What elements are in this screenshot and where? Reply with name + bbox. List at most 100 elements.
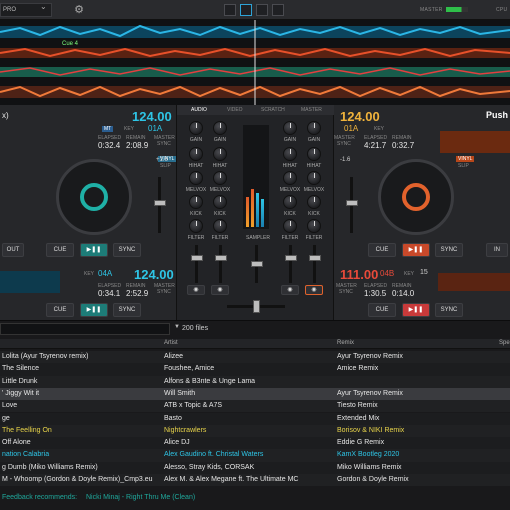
header-extra[interactable]: Spe xyxy=(499,340,510,346)
cell-artist: Basto xyxy=(164,414,182,422)
kick-knob-2[interactable] xyxy=(213,195,227,209)
melvox-knob-1[interactable] xyxy=(189,171,203,185)
deck-right-title: Push xyxy=(486,110,509,120)
table-row[interactable]: Little Drunk Alfons & B3nte & Unge Lama xyxy=(0,375,510,388)
header-artist[interactable]: Artist xyxy=(164,340,178,346)
deck-left-out-button[interactable]: OUT xyxy=(2,243,24,257)
layout-toggle-4[interactable] xyxy=(272,4,284,16)
deck-right-remain: 0:32.7 xyxy=(392,141,415,150)
deck-right-lower-sync-button[interactable]: SYNC xyxy=(435,303,463,317)
deck-right-slip-toggle[interactable]: SLIP xyxy=(458,163,469,169)
channel-fader-3[interactable] xyxy=(285,255,297,261)
deck-right-lower-play-button[interactable]: ▶❚❚ xyxy=(402,303,430,317)
tab-video[interactable]: VIDEO xyxy=(227,107,243,113)
channel-fader-1-track[interactable] xyxy=(195,245,198,283)
deck-left-pitch-handle[interactable] xyxy=(154,200,166,206)
table-row[interactable]: The Silence Foushee, Amice Amice Remix xyxy=(0,363,510,376)
filter-knob-1[interactable] xyxy=(189,219,203,233)
kick-label-2: KICK xyxy=(214,211,226,217)
master-level-meter xyxy=(446,7,468,12)
table-row[interactable]: Love ATB x Topic & A7S Tiesto Remix xyxy=(0,400,510,413)
gain-label-3: GAIN xyxy=(283,137,297,143)
hihat-knob-2[interactable] xyxy=(213,147,227,161)
kick-knob-4[interactable] xyxy=(307,195,321,209)
deck-right-sync-button[interactable]: SYNC xyxy=(435,243,463,257)
header-remix[interactable]: Remix xyxy=(337,340,354,346)
deck-left-lower-sync-label[interactable]: SYNC xyxy=(157,289,171,295)
deck-right: 124.00 Push 01A KEY MASTER SYNC ELAPSED … xyxy=(334,105,510,265)
tab-scratch[interactable]: SCRATCH xyxy=(261,107,285,113)
deck-left-sync-label[interactable]: SYNC xyxy=(157,141,171,147)
layout-toggle-1[interactable] xyxy=(224,4,236,16)
hihat-knob-1[interactable] xyxy=(189,147,203,161)
deck-right-jog-wheel[interactable] xyxy=(378,159,454,235)
kick-knob-1[interactable] xyxy=(189,195,203,209)
layout-toggle-3[interactable] xyxy=(256,4,268,16)
channel-fader-4-track[interactable] xyxy=(313,245,316,283)
gain-knob-1[interactable] xyxy=(189,121,203,135)
deck-right-lower: 111.00 04B KEY 15 MASTER SYNC ELAPSED 1:… xyxy=(334,265,510,320)
kick-knob-3[interactable] xyxy=(283,195,297,209)
headphone-button-3[interactable]: ◉ xyxy=(281,285,299,295)
feedback-track[interactable]: Nicki Minaj - Right Thru Me (Clean) xyxy=(86,494,195,501)
melvox-knob-3[interactable] xyxy=(283,171,297,185)
table-row[interactable]: Off Alone Alice DJ Eddie G Remix xyxy=(0,437,510,450)
headphone-button-2[interactable]: ◉ xyxy=(211,285,229,295)
channel-fader-2[interactable] xyxy=(215,255,227,261)
deck-right-lower-sync-label[interactable]: SYNC xyxy=(339,289,353,295)
table-row[interactable]: nation Calabria Alex Gaudino ft. Christal… xyxy=(0,449,510,462)
kick-label-3: KICK xyxy=(284,211,296,217)
gain-knob-4[interactable] xyxy=(307,121,321,135)
sampler-fader[interactable] xyxy=(251,261,263,267)
table-row[interactable]: ge Basto Extended Mix xyxy=(0,412,510,425)
deck-left-lower-cue-button[interactable]: CUE xyxy=(46,303,74,317)
deck-left-slip-toggle[interactable]: SLIP xyxy=(160,163,171,169)
gain-knob-3[interactable] xyxy=(283,121,297,135)
layout-toggle-2[interactable] xyxy=(240,4,252,16)
deck-left-cue-button[interactable]: CUE xyxy=(46,243,74,257)
deck-right-lower-cue-button[interactable]: CUE xyxy=(368,303,396,317)
deck-right-vinyl-toggle[interactable]: VINYL xyxy=(456,156,475,162)
filter-knob-3[interactable] xyxy=(283,219,297,233)
deck-right-lower-remain: 0:14.0 xyxy=(392,289,415,298)
search-input[interactable] xyxy=(0,323,170,335)
deck-left-lower-play-button[interactable]: ▶❚❚ xyxy=(80,303,108,317)
crossfader-handle[interactable] xyxy=(253,300,260,313)
filter-knob-4[interactable] xyxy=(307,219,321,233)
tab-master[interactable]: MASTER xyxy=(301,107,322,113)
deck-right-cue-button[interactable]: CUE xyxy=(368,243,396,257)
table-row[interactable]: ' Jiggy Wit it Will Smith Ayur Tsyrenov Re… xyxy=(0,387,510,401)
table-row[interactable]: Lolita (Ayur Tsyrenov remix) Alizee Ayur T… xyxy=(0,351,510,364)
channel-fader-3-track[interactable] xyxy=(289,245,292,283)
tab-audio[interactable]: AUDIO xyxy=(191,107,207,113)
gear-icon[interactable]: ⚙ xyxy=(72,3,86,17)
filter-knob-2[interactable] xyxy=(213,219,227,233)
filter-icon[interactable]: ▼ xyxy=(174,324,180,330)
deck-right-sync-label[interactable]: SYNC xyxy=(337,141,351,147)
melvox-knob-2[interactable] xyxy=(213,171,227,185)
table-row[interactable]: The Feelling On Nightcrawlers Borisov & NI… xyxy=(0,424,510,438)
melvox-knob-4[interactable] xyxy=(307,171,321,185)
table-row[interactable]: M - Whoomp (Gordon & Doyle Remix)_Cmp3.e… xyxy=(0,474,510,487)
headphone-button-1[interactable]: ◉ xyxy=(187,285,205,295)
headphone-button-4[interactable]: ◉ xyxy=(305,285,323,295)
deck-left-lower-sync-button[interactable]: SYNC xyxy=(113,303,141,317)
deck-right-in-button[interactable]: IN xyxy=(486,243,508,257)
deck-left-mt-badge[interactable]: MT xyxy=(102,126,114,132)
deck-left-play-button[interactable]: ▶❚❚ xyxy=(80,243,108,257)
deck-right-pitch-handle[interactable] xyxy=(346,200,358,206)
deck-left-sync-button[interactable]: SYNC xyxy=(113,243,141,257)
waveform-overview[interactable]: Cue 4 xyxy=(0,20,510,105)
chevron-down-icon[interactable]: ⌄ xyxy=(40,2,47,11)
deck-left-jog-wheel[interactable] xyxy=(56,159,132,235)
table-row[interactable]: g Dumb (Miko Williams Remix) Alesso, Stra… xyxy=(0,461,510,474)
channel-fader-4[interactable] xyxy=(309,255,321,261)
gain-knob-2[interactable] xyxy=(213,121,227,135)
hihat-knob-4[interactable] xyxy=(307,147,321,161)
file-count: 200 files xyxy=(182,325,209,332)
channel-fader-2-track[interactable] xyxy=(219,245,222,283)
deck-right-play-button[interactable]: ▶❚❚ xyxy=(402,243,430,257)
channel-fader-1[interactable] xyxy=(191,255,203,261)
hihat-knob-3[interactable] xyxy=(283,147,297,161)
deck-left-remain: 2:08.9 xyxy=(126,141,149,150)
